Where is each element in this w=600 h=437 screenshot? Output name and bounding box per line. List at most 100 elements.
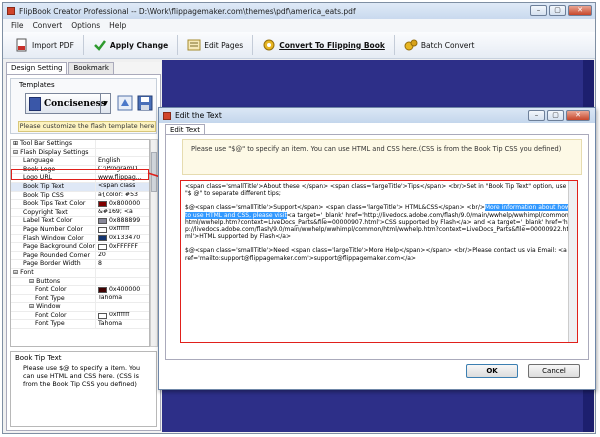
import-pdf-button[interactable]: Import PDF — [9, 35, 80, 55]
template-name: Conciseness — [44, 98, 106, 109]
color-swatch[interactable] — [98, 200, 107, 207]
property-name: Font Color — [35, 311, 67, 319]
color-swatch[interactable] — [98, 226, 107, 233]
title-bar: FlipBook Creator Professional -- D:\Work… — [3, 3, 595, 19]
minimize-button[interactable]: – — [530, 5, 547, 16]
property-value[interactable]: Tahoma — [95, 320, 149, 329]
property-row[interactable]: Page Rounded Corner 20 — [11, 251, 149, 261]
property-value[interactable]: 0xffffff — [95, 311, 149, 320]
property-value[interactable] — [95, 148, 149, 157]
menu-file[interactable]: File — [11, 21, 24, 30]
property-name: Flash Window Color — [23, 234, 84, 242]
property-row[interactable]: ⊟ Font — [11, 268, 149, 278]
property-name: Book Tip Text — [23, 182, 65, 190]
property-value[interactable]: 0x800000 — [95, 200, 149, 208]
toolbar: Import PDF Apply Change Edit Pages Conve… — [3, 32, 595, 59]
property-value[interactable]: Tahoma — [95, 294, 149, 303]
property-name: Label Text Color — [23, 217, 73, 225]
property-row[interactable]: Page Background Color 0xFFFFFF — [11, 243, 149, 252]
property-row[interactable]: Flash Window Color 0x133470 — [11, 234, 149, 244]
property-name: Font Color — [35, 286, 67, 294]
color-swatch[interactable] — [98, 312, 107, 319]
convert-button[interactable]: Convert To Flipping Book — [256, 35, 391, 55]
property-name: ⊟ Flash Display Settings — [13, 148, 89, 156]
maximize-button[interactable]: ▢ — [549, 5, 566, 16]
property-value[interactable]: 0xFFFFFF — [95, 243, 149, 251]
separator — [393, 35, 395, 55]
property-row[interactable]: Font Type Tahoma — [11, 294, 149, 304]
property-name: Page Number Color — [23, 225, 83, 233]
property-value[interactable]: 8 — [95, 260, 149, 268]
dialog-minimize-button[interactable]: – — [528, 110, 545, 121]
menu-convert[interactable]: Convert — [33, 21, 63, 30]
property-value[interactable] — [95, 140, 149, 148]
property-value[interactable]: 20 — [95, 251, 149, 260]
property-name: ⊟ Window — [29, 303, 61, 311]
tab-bookmark[interactable]: Bookmark — [68, 62, 114, 74]
chevron-down-icon[interactable]: ▼ — [100, 94, 110, 113]
separator — [177, 35, 179, 55]
color-swatch[interactable] — [98, 235, 107, 242]
property-row[interactable]: Page Number Color 0xffffff — [11, 225, 149, 235]
property-row[interactable]: Page Border Width 8 — [11, 260, 149, 269]
dialog-maximize-button[interactable]: ▢ — [547, 110, 564, 121]
edit-pages-button[interactable]: Edit Pages — [181, 35, 249, 55]
property-value[interactable]: 0x133470 — [95, 234, 149, 243]
property-row[interactable]: ⊟ Buttons — [11, 277, 149, 287]
property-row[interactable]: ⊞ Tool Bar Settings — [11, 140, 149, 149]
design-setting-panel: Templates Conciseness ▼ Please customize… — [6, 74, 161, 431]
property-value-text: a{color: #53 — [98, 191, 138, 199]
editor-text: $@<span class='smallTitle'>Need <span cl… — [185, 247, 573, 262]
template-thumbnail-icon — [29, 96, 41, 111]
property-value-text: 20 — [98, 251, 106, 259]
apply-change-button[interactable]: Apply Change — [87, 35, 174, 55]
editor-scrollbar[interactable] — [568, 181, 577, 342]
property-value[interactable]: a{color: #53 — [95, 191, 149, 200]
property-value-text: English — [98, 157, 121, 164]
dialog-close-button[interactable]: ✕ — [566, 110, 590, 121]
property-value[interactable]: 0x400000 — [95, 286, 149, 294]
property-name: Page Border Width — [23, 260, 81, 268]
property-row[interactable]: Label Text Color 0x888899 — [11, 217, 149, 226]
property-row[interactable]: ⊟ Window — [11, 303, 149, 312]
property-row[interactable]: Book Tip CSS a{color: #53 — [11, 191, 149, 201]
property-row[interactable]: Copyright Text &#169; <a — [11, 208, 149, 218]
batch-convert-button[interactable]: Batch Convert — [398, 35, 481, 55]
cancel-button[interactable]: Cancel — [528, 364, 580, 378]
menu-help[interactable]: Help — [109, 21, 126, 30]
apply-change-label: Apply Change — [109, 40, 169, 50]
color-swatch[interactable] — [98, 286, 107, 293]
ok-button[interactable]: OK — [466, 364, 518, 378]
close-button[interactable]: ✕ — [568, 5, 592, 16]
property-name: Page Background Color — [23, 243, 95, 251]
property-value[interactable]: 0x888899 — [95, 217, 149, 225]
text-editor[interactable]: <span class='smallTitle'>About these </s… — [180, 180, 578, 343]
property-value[interactable] — [95, 268, 149, 277]
template-select[interactable]: Conciseness ▼ — [25, 93, 111, 114]
property-row[interactable]: Book Tip Text <span class — [11, 182, 149, 192]
color-swatch[interactable] — [98, 218, 107, 225]
color-swatch[interactable] — [98, 243, 107, 250]
property-row[interactable]: Font Color 0xffffff — [11, 311, 149, 321]
property-row[interactable]: Font Color 0x400000 — [11, 286, 149, 295]
property-value[interactable] — [95, 303, 149, 311]
property-value[interactable]: <span class — [95, 182, 149, 191]
property-value-text: 0x133470 — [109, 234, 141, 242]
dialog-title-bar: Edit the Text – ▢ ✕ — [159, 108, 595, 123]
tab-design-setting[interactable]: Design Setting — [6, 62, 68, 74]
edit-text-dialog: Edit the Text – ▢ ✕ Edit Text Please use… — [158, 107, 596, 390]
editor-line — [185, 240, 573, 247]
property-row[interactable]: Book Tips Text Color 0x800000 — [11, 200, 149, 209]
property-row[interactable]: Font Type Tahoma — [11, 320, 149, 330]
dialog-body: Please use "$@" to specify an item. You … — [165, 134, 589, 360]
save-theme-icon[interactable] — [137, 95, 153, 111]
property-row[interactable]: Language English — [11, 157, 149, 166]
property-row[interactable]: ⊟ Flash Display Settings — [11, 148, 149, 158]
property-value[interactable]: &#169; <a — [95, 208, 149, 217]
property-value[interactable] — [95, 277, 149, 286]
left-panel: Design Setting Bookmark Templates Concis… — [6, 62, 161, 432]
theme-import-icon[interactable] — [117, 95, 133, 111]
property-value[interactable]: English — [95, 157, 149, 165]
property-value[interactable]: 0xffffff — [95, 225, 149, 234]
menu-options[interactable]: Options — [71, 21, 100, 30]
